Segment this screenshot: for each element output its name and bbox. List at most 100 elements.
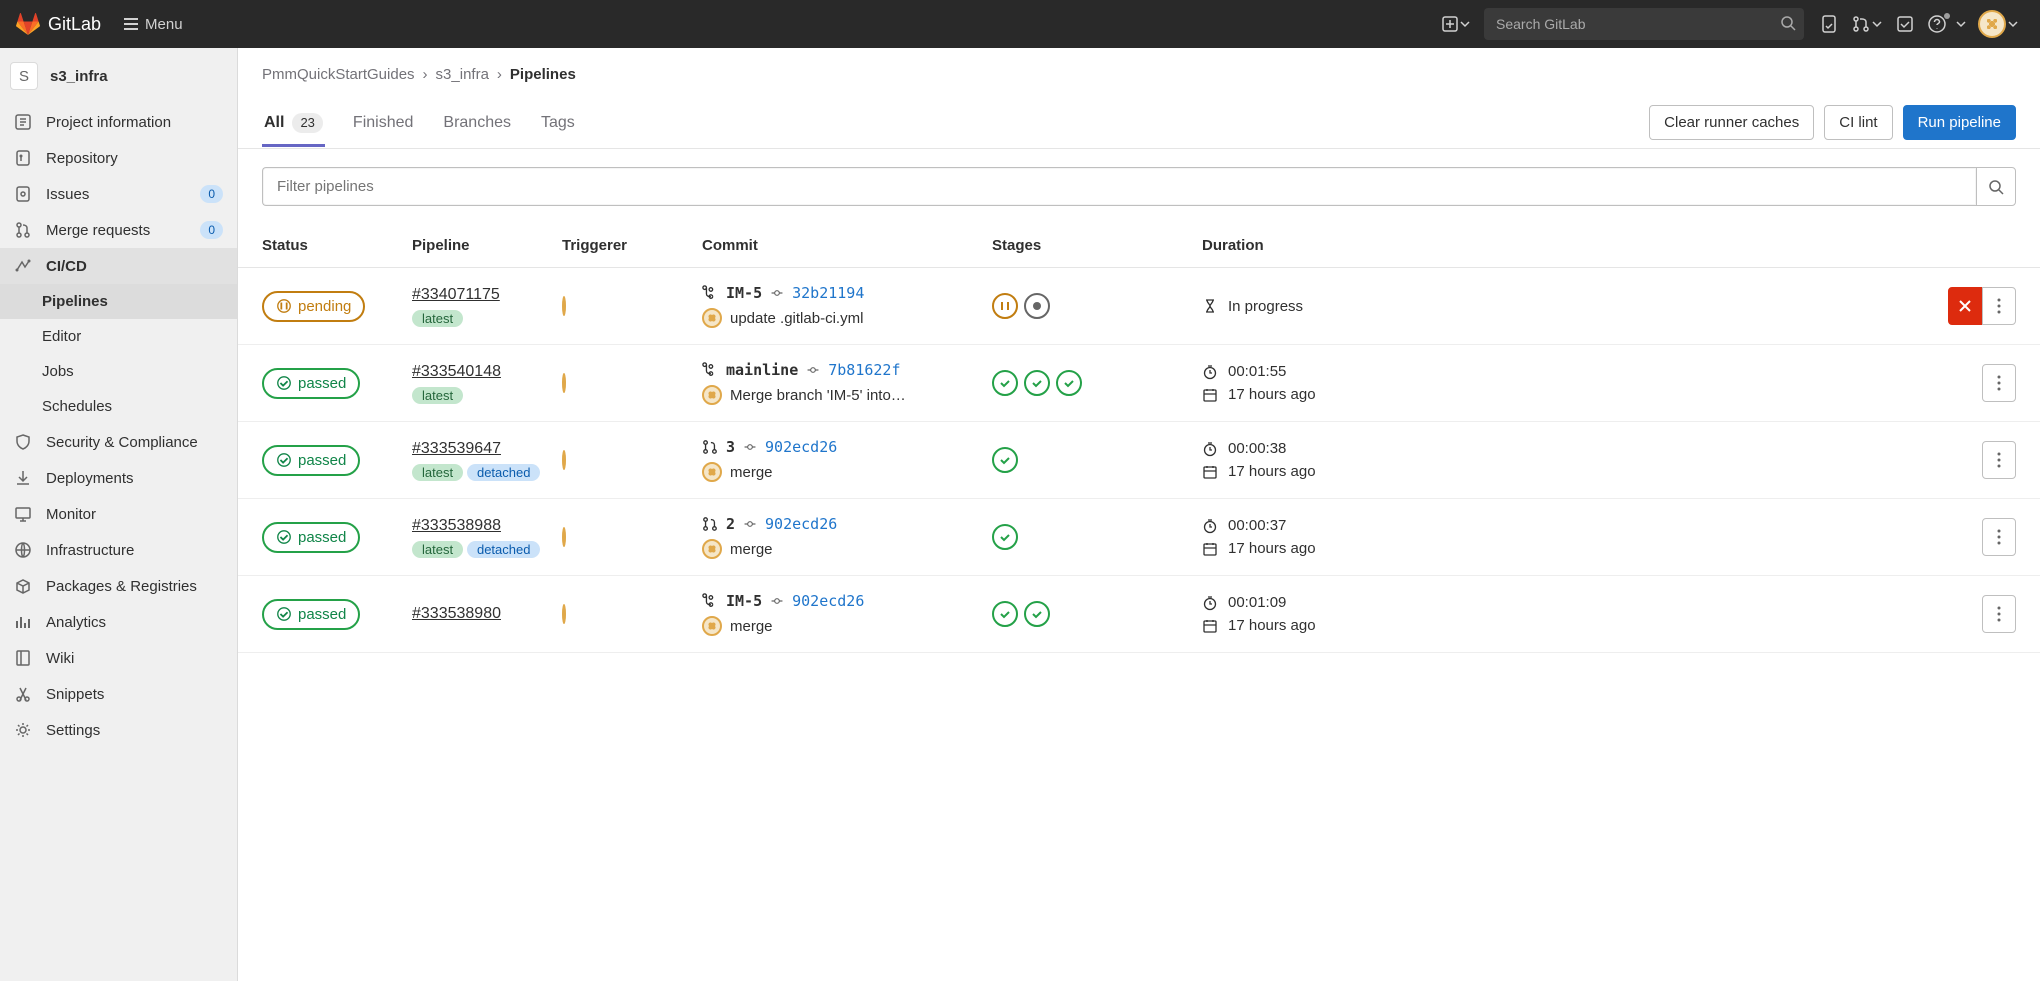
commit-ref[interactable]: IM-5 (726, 284, 762, 302)
triggerer-avatar[interactable] (562, 373, 566, 393)
commit-sha-link[interactable]: 902ecd26 (765, 515, 837, 533)
pipeline-id-link[interactable]: #333540148 (412, 363, 501, 381)
tab-tags[interactable]: Tags (539, 99, 577, 147)
commit-icon (806, 363, 820, 377)
stage-ok[interactable] (992, 370, 1018, 396)
status-badge[interactable]: passed (262, 445, 360, 476)
pipeline-id-link[interactable]: #333538988 (412, 517, 501, 535)
sidebar-sub-pipelines[interactable]: Pipelines (0, 284, 237, 319)
commit-message: Merge branch 'IM-5' into… (730, 387, 906, 404)
project-sidebar: S s3_infra Project information Repository… (0, 48, 238, 981)
commit-ref[interactable]: mainline (726, 361, 798, 379)
gitlab-logo[interactable]: GitLab (16, 12, 101, 36)
sidebar-item-label: Analytics (46, 614, 106, 631)
stage-ok[interactable] (992, 601, 1018, 627)
commit-ref[interactable]: 2 (726, 515, 735, 533)
new-dropdown[interactable] (1436, 16, 1476, 32)
sidebar-item-settings[interactable]: Settings (0, 712, 237, 748)
commit-ref[interactable]: 3 (726, 438, 735, 456)
issues-shortcut[interactable] (1812, 7, 1846, 41)
status-text: passed (298, 375, 346, 392)
tab-finished[interactable]: Finished (351, 99, 415, 147)
help-dropdown[interactable] (1922, 15, 1972, 33)
pipeline-actions-menu[interactable] (1982, 441, 2016, 479)
pipeline-actions-menu[interactable] (1982, 287, 2016, 325)
sidebar-item-merge-requests[interactable]: Merge requests0 (0, 212, 237, 248)
pipeline-actions-menu[interactable] (1982, 518, 2016, 556)
status-badge[interactable]: passed (262, 599, 360, 630)
run-pipeline-button[interactable]: Run pipeline (1903, 105, 2016, 140)
commit-sha-link[interactable]: 32b21194 (792, 284, 864, 302)
sidebar-item-issues[interactable]: Issues0 (0, 176, 237, 212)
triggerer-avatar[interactable] (562, 604, 566, 624)
filter-search-button[interactable] (1976, 167, 2016, 206)
stage-ok[interactable] (1056, 370, 1082, 396)
sidebar-item-packages-registries[interactable]: Packages & Registries (0, 568, 237, 604)
triggerer-avatar[interactable] (562, 527, 566, 547)
todos-shortcut[interactable] (1888, 7, 1922, 41)
sidebar-item-ci-cd[interactable]: CI/CD (0, 248, 237, 284)
stage-manual[interactable] (1024, 293, 1050, 319)
breadcrumbs: PmmQuickStartGuides›s3_infra›Pipelines (238, 48, 2040, 97)
breadcrumb-item[interactable]: PmmQuickStartGuides (262, 66, 415, 83)
commit-sha-link[interactable]: 902ecd26 (792, 592, 864, 610)
sidebar-item-label: Settings (46, 722, 100, 739)
tab-branches[interactable]: Branches (441, 99, 513, 147)
wiki-icon (14, 649, 32, 667)
project-name: s3_infra (50, 68, 108, 85)
sidebar-sub-jobs[interactable]: Jobs (0, 354, 237, 389)
stage-ok[interactable] (1024, 601, 1050, 627)
cancel-pipeline-button[interactable] (1948, 287, 1982, 325)
mr-shortcut[interactable] (1846, 15, 1888, 33)
commit-sha-link[interactable]: 902ecd26 (765, 438, 837, 456)
status-badge[interactable]: passed (262, 522, 360, 553)
kebab-icon (1997, 375, 2001, 391)
sidebar-item-project-information[interactable]: Project information (0, 104, 237, 140)
pipeline-id-link[interactable]: #333538980 (412, 605, 501, 623)
pipeline-actions-menu[interactable] (1982, 595, 2016, 633)
status-text: passed (298, 529, 346, 546)
clear-runner-caches-button[interactable]: Clear runner caches (1649, 105, 1814, 140)
main-menu-button[interactable]: Menu (115, 10, 191, 39)
status-text: passed (298, 606, 346, 623)
status-text: pending (298, 298, 351, 315)
stage-ok[interactable] (1024, 370, 1050, 396)
sidebar-item-deployments[interactable]: Deployments (0, 460, 237, 496)
sidebar-item-monitor[interactable]: Monitor (0, 496, 237, 532)
status-badge[interactable]: passed (262, 368, 360, 399)
sidebar-item-label: Repository (46, 150, 118, 167)
user-menu[interactable] (1972, 10, 2024, 38)
commit-ref[interactable]: IM-5 (726, 592, 762, 610)
stage-ok[interactable] (992, 447, 1018, 473)
monitor-icon (14, 505, 32, 523)
search-icon[interactable] (1780, 15, 1796, 31)
sidebar-sub-schedules[interactable]: Schedules (0, 389, 237, 424)
ci-lint-button[interactable]: CI lint (1824, 105, 1892, 140)
stage-ok[interactable] (992, 524, 1018, 550)
sidebar-item-repository[interactable]: Repository (0, 140, 237, 176)
project-header[interactable]: S s3_infra (0, 48, 237, 104)
breadcrumb-item[interactable]: s3_infra (436, 66, 489, 83)
sidebar-item-analytics[interactable]: Analytics (0, 604, 237, 640)
stage-ok-icon (996, 451, 1014, 469)
filter-pipelines-input[interactable] (262, 167, 1976, 206)
sidebar-item-infrastructure[interactable]: Infrastructure (0, 532, 237, 568)
sidebar-item-wiki[interactable]: Wiki (0, 640, 237, 676)
pipeline-id-link[interactable]: #333539647 (412, 440, 501, 458)
tab-all[interactable]: All23 (262, 99, 325, 147)
project-avatar: S (10, 62, 38, 90)
pipeline-id-link[interactable]: #334071175 (412, 286, 500, 304)
search-input[interactable] (1484, 8, 1804, 40)
stage-ok-icon (1028, 374, 1046, 392)
triggerer-avatar[interactable] (562, 450, 566, 470)
sidebar-item-snippets[interactable]: Snippets (0, 676, 237, 712)
status-badge[interactable]: pending (262, 291, 365, 322)
sidebar-sub-editor[interactable]: Editor (0, 319, 237, 354)
commit-sha-link[interactable]: 7b81622f (828, 361, 900, 379)
triggerer-avatar[interactable] (562, 296, 566, 316)
stage-pending[interactable] (992, 293, 1018, 319)
pipeline-actions-menu[interactable] (1982, 364, 2016, 402)
sidebar-item-security-compliance[interactable]: Security & Compliance (0, 424, 237, 460)
commit-author-avatar (702, 462, 722, 482)
stage-manual-icon (1028, 297, 1046, 315)
